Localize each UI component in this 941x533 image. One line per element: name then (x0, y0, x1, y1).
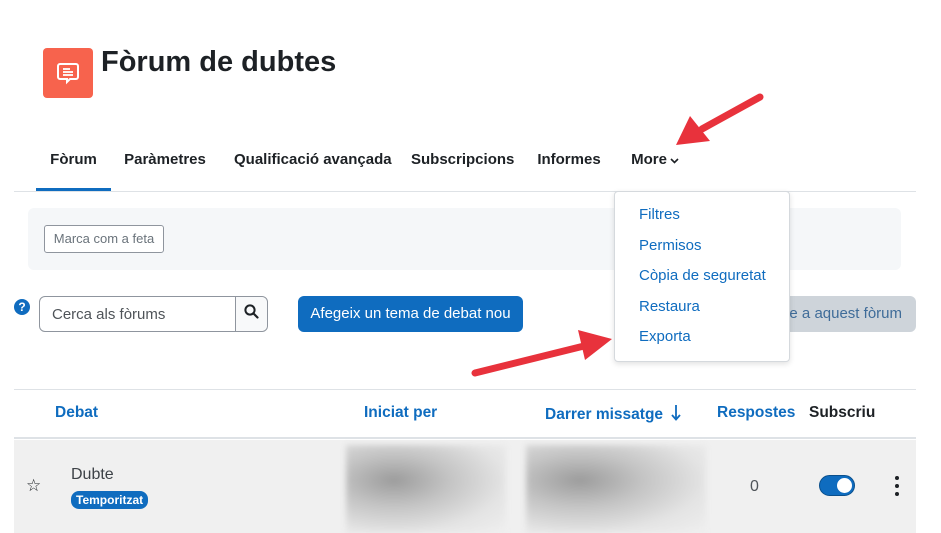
secondary-navigation: Fòrum Paràmetres Qualificació avançada S… (14, 130, 916, 192)
column-header-last-post[interactable]: Darrer missatge (545, 404, 682, 426)
menu-item-export[interactable]: Exporta (615, 322, 789, 353)
tab-more-label: More (631, 151, 667, 168)
menu-item-permissions[interactable]: Permisos (615, 231, 789, 262)
blurred-author (346, 445, 506, 533)
page-title: Fòrum de dubtes (101, 46, 337, 78)
table-top-divider (14, 389, 916, 390)
column-header-replies[interactable]: Respostes (717, 404, 795, 422)
menu-item-restore[interactable]: Restaura (615, 292, 789, 323)
sort-descending-icon (671, 404, 682, 426)
search-button[interactable] (235, 297, 267, 331)
chevron-down-icon (670, 130, 679, 190)
toggle-knob (837, 478, 852, 493)
timed-badge: Temporitzat (71, 491, 149, 509)
column-header-last-post-label: Darrer missatge (545, 406, 664, 423)
search-input[interactable] (40, 297, 235, 331)
tab-parameters[interactable]: Paràmetres (124, 130, 206, 191)
discussion-name[interactable]: Dubte (71, 466, 114, 484)
column-header-started-by[interactable]: Iniciat per (364, 404, 437, 422)
subscribe-toggle[interactable] (819, 475, 855, 496)
arrow-to-export (471, 330, 612, 377)
tab-more[interactable]: More (630, 130, 680, 191)
menu-item-backup[interactable]: Còpia de seguretat (615, 261, 789, 292)
table-row: ☆ Dubte Temporitzat 0 (14, 440, 916, 533)
forum-icon (43, 48, 93, 98)
menu-item-filters[interactable]: Filtres (615, 200, 789, 231)
kebab-menu-icon[interactable] (894, 476, 900, 496)
column-header-subscribe: Subscriu (809, 404, 876, 421)
search-box (39, 296, 268, 332)
column-header-debate[interactable]: Debat (55, 404, 98, 422)
tab-reports[interactable]: Informes (537, 130, 601, 191)
blurred-last-post (526, 445, 706, 533)
search-icon (244, 304, 259, 324)
more-dropdown-menu: Filtres Permisos Còpia de seguretat Rest… (614, 191, 790, 362)
replies-count: 0 (750, 478, 759, 495)
table-header-divider (14, 437, 916, 439)
tab-advanced-grading[interactable]: Qualificació avançada (234, 130, 392, 191)
help-icon[interactable]: ? (14, 299, 30, 315)
tab-subscriptions[interactable]: Subscripcions (411, 130, 514, 191)
add-discussion-topic-button[interactable]: Afegeix un tema de debat nou (298, 296, 523, 332)
mark-as-done-button[interactable]: Marca com a feta (44, 225, 164, 253)
star-icon[interactable]: ☆ (26, 476, 41, 496)
tab-forum[interactable]: Fòrum (36, 130, 111, 191)
